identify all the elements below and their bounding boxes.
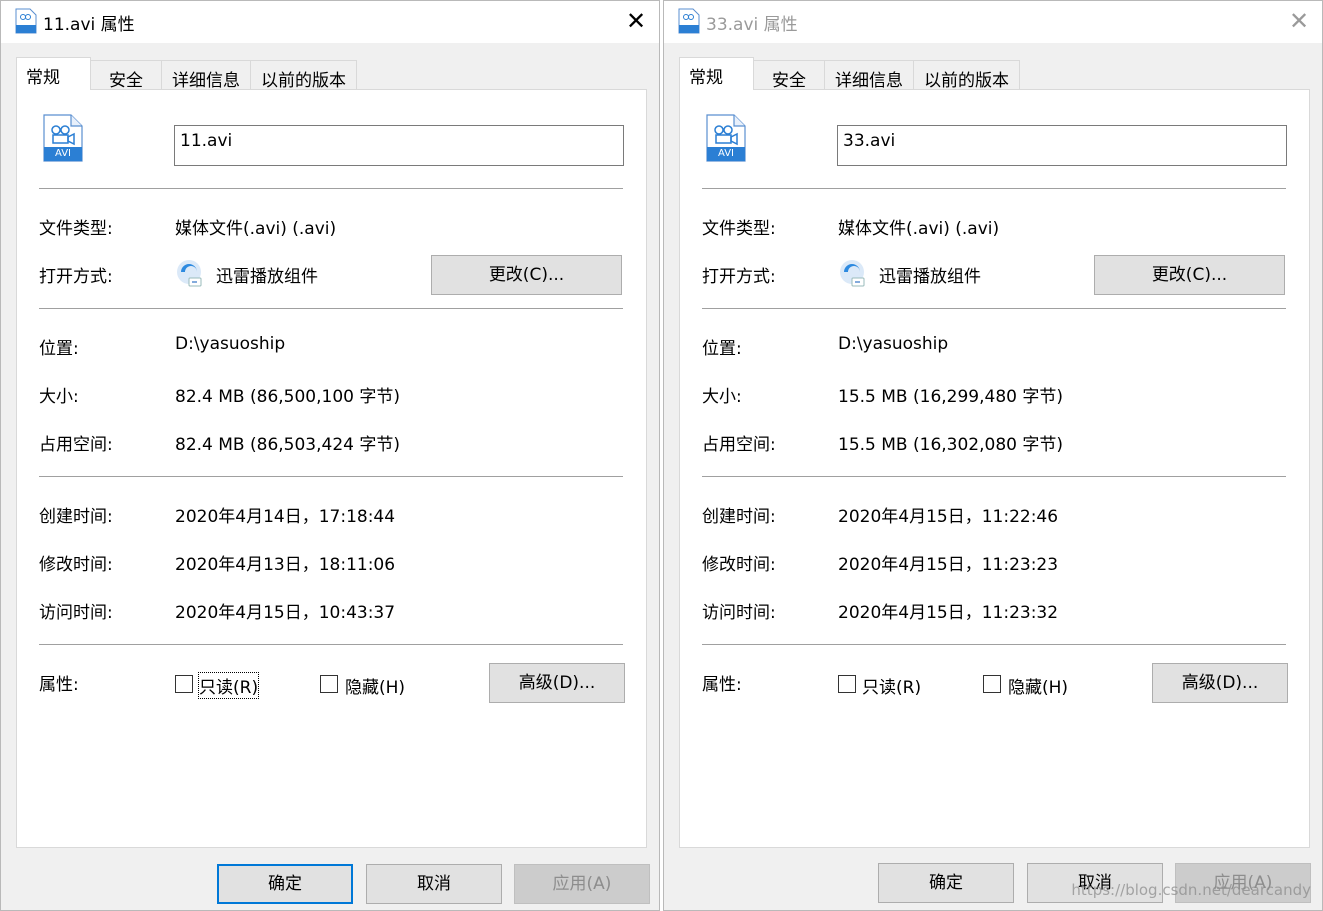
- advanced-button[interactable]: 高级(D)...: [489, 663, 625, 703]
- location-label: 位置:: [702, 339, 742, 359]
- advanced-button[interactable]: 高级(D)...: [1152, 663, 1288, 703]
- ok-button[interactable]: 确定: [217, 864, 353, 904]
- created-label: 创建时间:: [39, 507, 113, 527]
- divider: [702, 476, 1286, 477]
- avi-file-icon: [678, 8, 700, 38]
- general-panel: AVI 33.avi 文件类型: 媒体文件(.avi) (.avi) 打开方式:…: [679, 89, 1310, 848]
- opens-with-label: 打开方式:: [702, 267, 776, 287]
- size-on-disk-label: 占用空间:: [702, 435, 776, 455]
- tab-security[interactable]: 安全: [90, 60, 162, 91]
- tab-details[interactable]: 详细信息: [824, 60, 914, 91]
- tab-previous-versions[interactable]: 以前的版本: [913, 60, 1020, 91]
- accessed-value: 2020年4月15日，11:23:32: [838, 603, 1059, 623]
- attributes-label: 属性:: [39, 675, 79, 695]
- avi-file-icon: AVI: [43, 114, 83, 166]
- accessed-label: 访问时间:: [39, 603, 113, 623]
- apply-button[interactable]: 应用(A): [514, 864, 650, 904]
- tab-security[interactable]: 安全: [753, 60, 825, 91]
- avi-file-icon: [15, 8, 37, 38]
- modified-label: 修改时间:: [39, 555, 113, 575]
- created-label: 创建时间:: [702, 507, 776, 527]
- opens-with-value: 迅雷播放组件: [216, 267, 318, 287]
- properties-dialog-11: 11.avi 属性 ✕ 常规 安全 详细信息 以前的版本 AVI 11.avi …: [0, 0, 660, 911]
- created-value: 2020年4月15日，11:22:46: [838, 507, 1059, 527]
- close-icon[interactable]: ✕: [613, 1, 659, 41]
- hidden-label[interactable]: 隐藏(H): [345, 673, 405, 698]
- created-value: 2020年4月14日，17:18:44: [175, 507, 396, 527]
- window-title: 11.avi 属性: [43, 15, 135, 35]
- tab-details[interactable]: 详细信息: [161, 60, 251, 91]
- file-type-value: 媒体文件(.avi) (.avi): [175, 219, 337, 239]
- readonly-checkbox[interactable]: [838, 675, 856, 693]
- size-value: 82.4 MB (86,500,100 字节): [175, 387, 400, 407]
- hidden-label[interactable]: 隐藏(H): [1008, 673, 1068, 698]
- properties-dialog-33: 33.avi 属性 ✕ 常规 安全 详细信息 以前的版本 AVI 33.avi …: [663, 0, 1323, 911]
- tab-general[interactable]: 常规: [679, 57, 754, 90]
- file-type-value: 媒体文件(.avi) (.avi): [838, 219, 1000, 239]
- filename-input[interactable]: 33.avi: [837, 125, 1287, 166]
- title-bar[interactable]: 11.avi 属性 ✕: [1, 1, 659, 43]
- opens-with-label: 打开方式:: [39, 267, 113, 287]
- opens-with-value: 迅雷播放组件: [879, 267, 981, 287]
- divider: [39, 476, 623, 477]
- file-type-label: 文件类型:: [39, 219, 113, 239]
- location-value: D:\yasuoship: [838, 334, 949, 354]
- size-value: 15.5 MB (16,299,480 字节): [838, 387, 1063, 407]
- location-label: 位置:: [39, 339, 79, 359]
- divider: [702, 644, 1286, 645]
- change-button[interactable]: 更改(C)...: [431, 255, 622, 295]
- general-panel: AVI 11.avi 文件类型: 媒体文件(.avi) (.avi) 打开方式:…: [16, 89, 647, 848]
- avi-file-icon: AVI: [706, 114, 746, 166]
- readonly-checkbox[interactable]: [175, 675, 193, 693]
- filename-input[interactable]: 11.avi: [174, 125, 624, 166]
- cancel-button[interactable]: 取消: [366, 864, 502, 904]
- ok-button[interactable]: 确定: [878, 863, 1014, 903]
- modified-label: 修改时间:: [702, 555, 776, 575]
- divider: [702, 188, 1286, 189]
- readonly-label[interactable]: 只读(R): [862, 673, 921, 698]
- divider: [39, 644, 623, 645]
- modified-value: 2020年4月15日，11:23:23: [838, 555, 1059, 575]
- size-label: 大小:: [702, 387, 742, 407]
- tab-general[interactable]: 常规: [16, 57, 91, 90]
- hidden-checkbox[interactable]: [320, 675, 338, 693]
- divider: [39, 188, 623, 189]
- xunlei-player-icon: [838, 258, 868, 292]
- size-on-disk-label: 占用空间:: [39, 435, 113, 455]
- tab-previous-versions[interactable]: 以前的版本: [250, 60, 357, 91]
- change-button[interactable]: 更改(C)...: [1094, 255, 1285, 295]
- size-on-disk-value: 82.4 MB (86,503,424 字节): [175, 435, 400, 455]
- window-title: 33.avi 属性: [706, 15, 798, 35]
- watermark: https://blog.csdn.net/dearcandy: [1071, 881, 1311, 899]
- location-value: D:\yasuoship: [175, 334, 286, 354]
- readonly-label[interactable]: 只读(R): [197, 672, 260, 699]
- xunlei-player-icon: [175, 258, 205, 292]
- file-type-label: 文件类型:: [702, 219, 776, 239]
- accessed-label: 访问时间:: [702, 603, 776, 623]
- size-label: 大小:: [39, 387, 79, 407]
- close-icon[interactable]: ✕: [1276, 1, 1322, 41]
- hidden-checkbox[interactable]: [983, 675, 1001, 693]
- attributes-label: 属性:: [702, 675, 742, 695]
- size-on-disk-value: 15.5 MB (16,302,080 字节): [838, 435, 1063, 455]
- divider: [39, 308, 623, 309]
- modified-value: 2020年4月13日，18:11:06: [175, 555, 396, 575]
- title-bar[interactable]: 33.avi 属性 ✕: [664, 1, 1322, 43]
- accessed-value: 2020年4月15日，10:43:37: [175, 603, 396, 623]
- divider: [702, 308, 1286, 309]
